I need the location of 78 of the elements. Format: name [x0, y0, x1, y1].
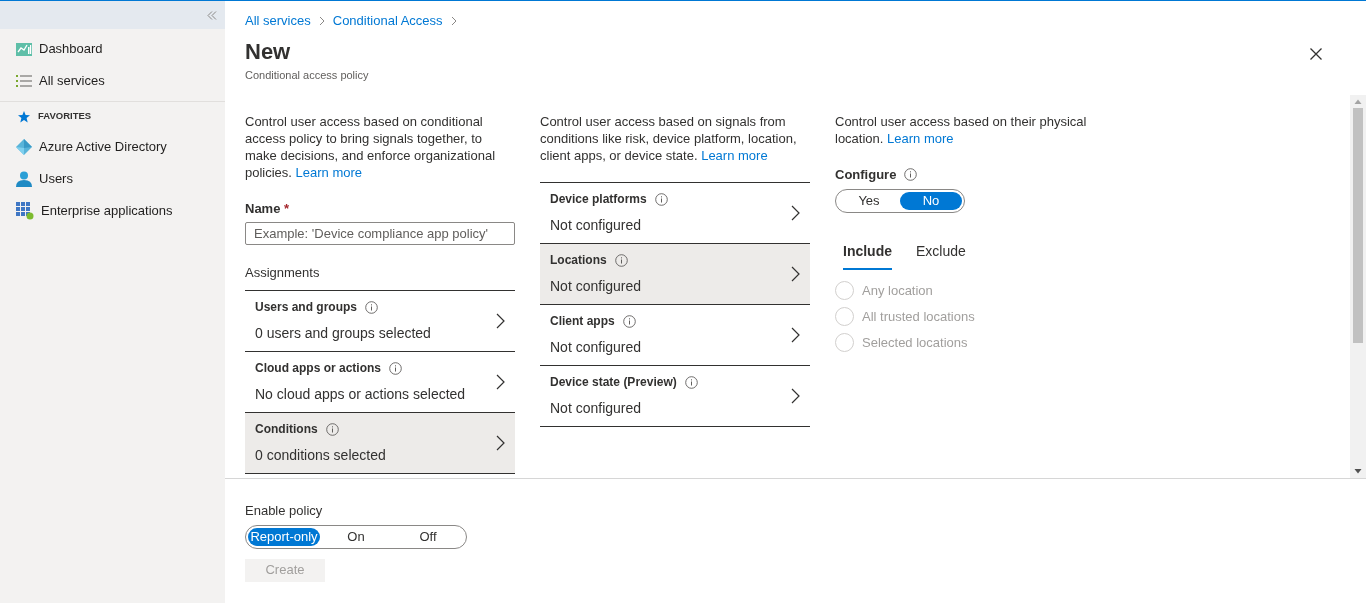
sidebar-item-label[interactable]: Enterprise applications [41, 201, 173, 221]
chevron-icon [496, 313, 505, 329]
item-value: Not configured [550, 399, 643, 418]
breadcrumb-link[interactable]: Conditional Access [332, 11, 443, 31]
item-value: Not configured [550, 338, 642, 357]
scroll-down-arrow-icon[interactable] [1354, 468, 1362, 474]
item-title: Cloud apps or actions [255, 360, 381, 377]
field-label: Name * [245, 200, 291, 218]
info-icon [365, 300, 379, 314]
toggle-option[interactable]: Yes [838, 191, 900, 210]
radio-label: Any location [862, 281, 933, 300]
app-grid-icon [16, 202, 34, 220]
chevron-icon [496, 435, 505, 451]
scrollbar[interactable] [1350, 95, 1366, 478]
description-text: Control user access based on conditional access policy to bring signals together, to make decisions, and enforce organizational policies. Learn more [245, 113, 497, 181]
person-icon [16, 171, 32, 187]
close-icon[interactable] [1310, 48, 1322, 60]
name-input-field[interactable]: Example: 'Device compliance app policy' [245, 221, 515, 245]
info-icon [622, 314, 636, 328]
chevron-icon [318, 15, 325, 26]
item-title: Users and groups [255, 299, 358, 316]
star-icon [18, 110, 30, 123]
item-title: Device state (Preview) [550, 374, 677, 391]
learn-more-link[interactable]: Learn more [701, 148, 768, 163]
list-item[interactable]: Client apps Not configured [540, 304, 810, 365]
chevron-icon [791, 388, 800, 404]
info-icon [614, 253, 628, 267]
chevron-icon [791, 205, 800, 221]
chart-icon [16, 41, 32, 57]
chevron-icon [791, 266, 800, 282]
item-value: 0 users and groups selected [255, 324, 431, 343]
field-label: Enable policy [245, 502, 324, 520]
list-icon [16, 74, 32, 88]
learn-more-link[interactable]: Learn more [295, 165, 363, 180]
chevron-icon [496, 374, 505, 390]
info-icon [389, 361, 402, 375]
info-icon [325, 422, 339, 436]
info-icon [904, 168, 918, 182]
item-value: No cloud apps or actions selected [255, 385, 466, 404]
sidebar-item-label: Dashboard [39, 40, 103, 59]
info-icon [684, 375, 698, 389]
tab[interactable]: Include [843, 236, 892, 270]
item-value: Not configured [550, 216, 643, 235]
item-title: Conditions [255, 421, 318, 438]
item-value: Not configured [550, 277, 642, 296]
page-subtitle: Conditional access policy [245, 67, 370, 83]
list-item[interactable]: Device state (Preview) Not configured [540, 365, 810, 426]
learn-more-link[interactable]: Learn more [887, 131, 954, 146]
toggle-option[interactable]: No [900, 191, 962, 210]
item-title: Client apps [550, 313, 615, 330]
radio-label: Selected locations [862, 333, 968, 352]
scroll-up-arrow-icon[interactable] [1354, 99, 1362, 105]
diamond-icon [16, 139, 32, 155]
sidebar-item-label[interactable]: Azure Active Directory [39, 137, 167, 157]
breadcrumb-link[interactable]: All services [245, 11, 311, 31]
radio-label: All trusted locations [862, 307, 975, 326]
chevron-icon [791, 327, 800, 343]
toggle-option[interactable]: On [320, 527, 392, 546]
field-label: Configure [835, 166, 897, 184]
item-title: Locations [550, 252, 607, 269]
toggle-option[interactable]: Off [392, 527, 464, 546]
toggle-option[interactable]: Report-only [248, 527, 320, 546]
description-text: Control user access based on signals from conditions like risk, device platform, location, client apps, or device state. Learn more [540, 113, 798, 164]
list-item[interactable]: Locations Not configured [540, 243, 810, 304]
info-icon [654, 192, 668, 206]
item-title: Device platforms [550, 191, 647, 208]
sidebar-item-label[interactable]: Users [39, 169, 73, 189]
item-value: 0 conditions selected [255, 446, 386, 465]
tab[interactable]: Exclude [916, 236, 966, 270]
sidebar-item-label: All services [39, 72, 105, 91]
description-text: Control user access based on their physical location. Learn more [835, 113, 1088, 147]
list-item[interactable]: Conditions 0 conditions selected [245, 412, 515, 473]
page-title: New [245, 38, 292, 65]
section-heading: Assignments [245, 263, 321, 282]
collapse-icon[interactable] [207, 10, 217, 20]
favorites-heading: FAVORITES [38, 109, 92, 124]
list-item[interactable]: Users and groups 0 users and groups selected [245, 290, 515, 351]
chevron-icon [450, 15, 457, 26]
